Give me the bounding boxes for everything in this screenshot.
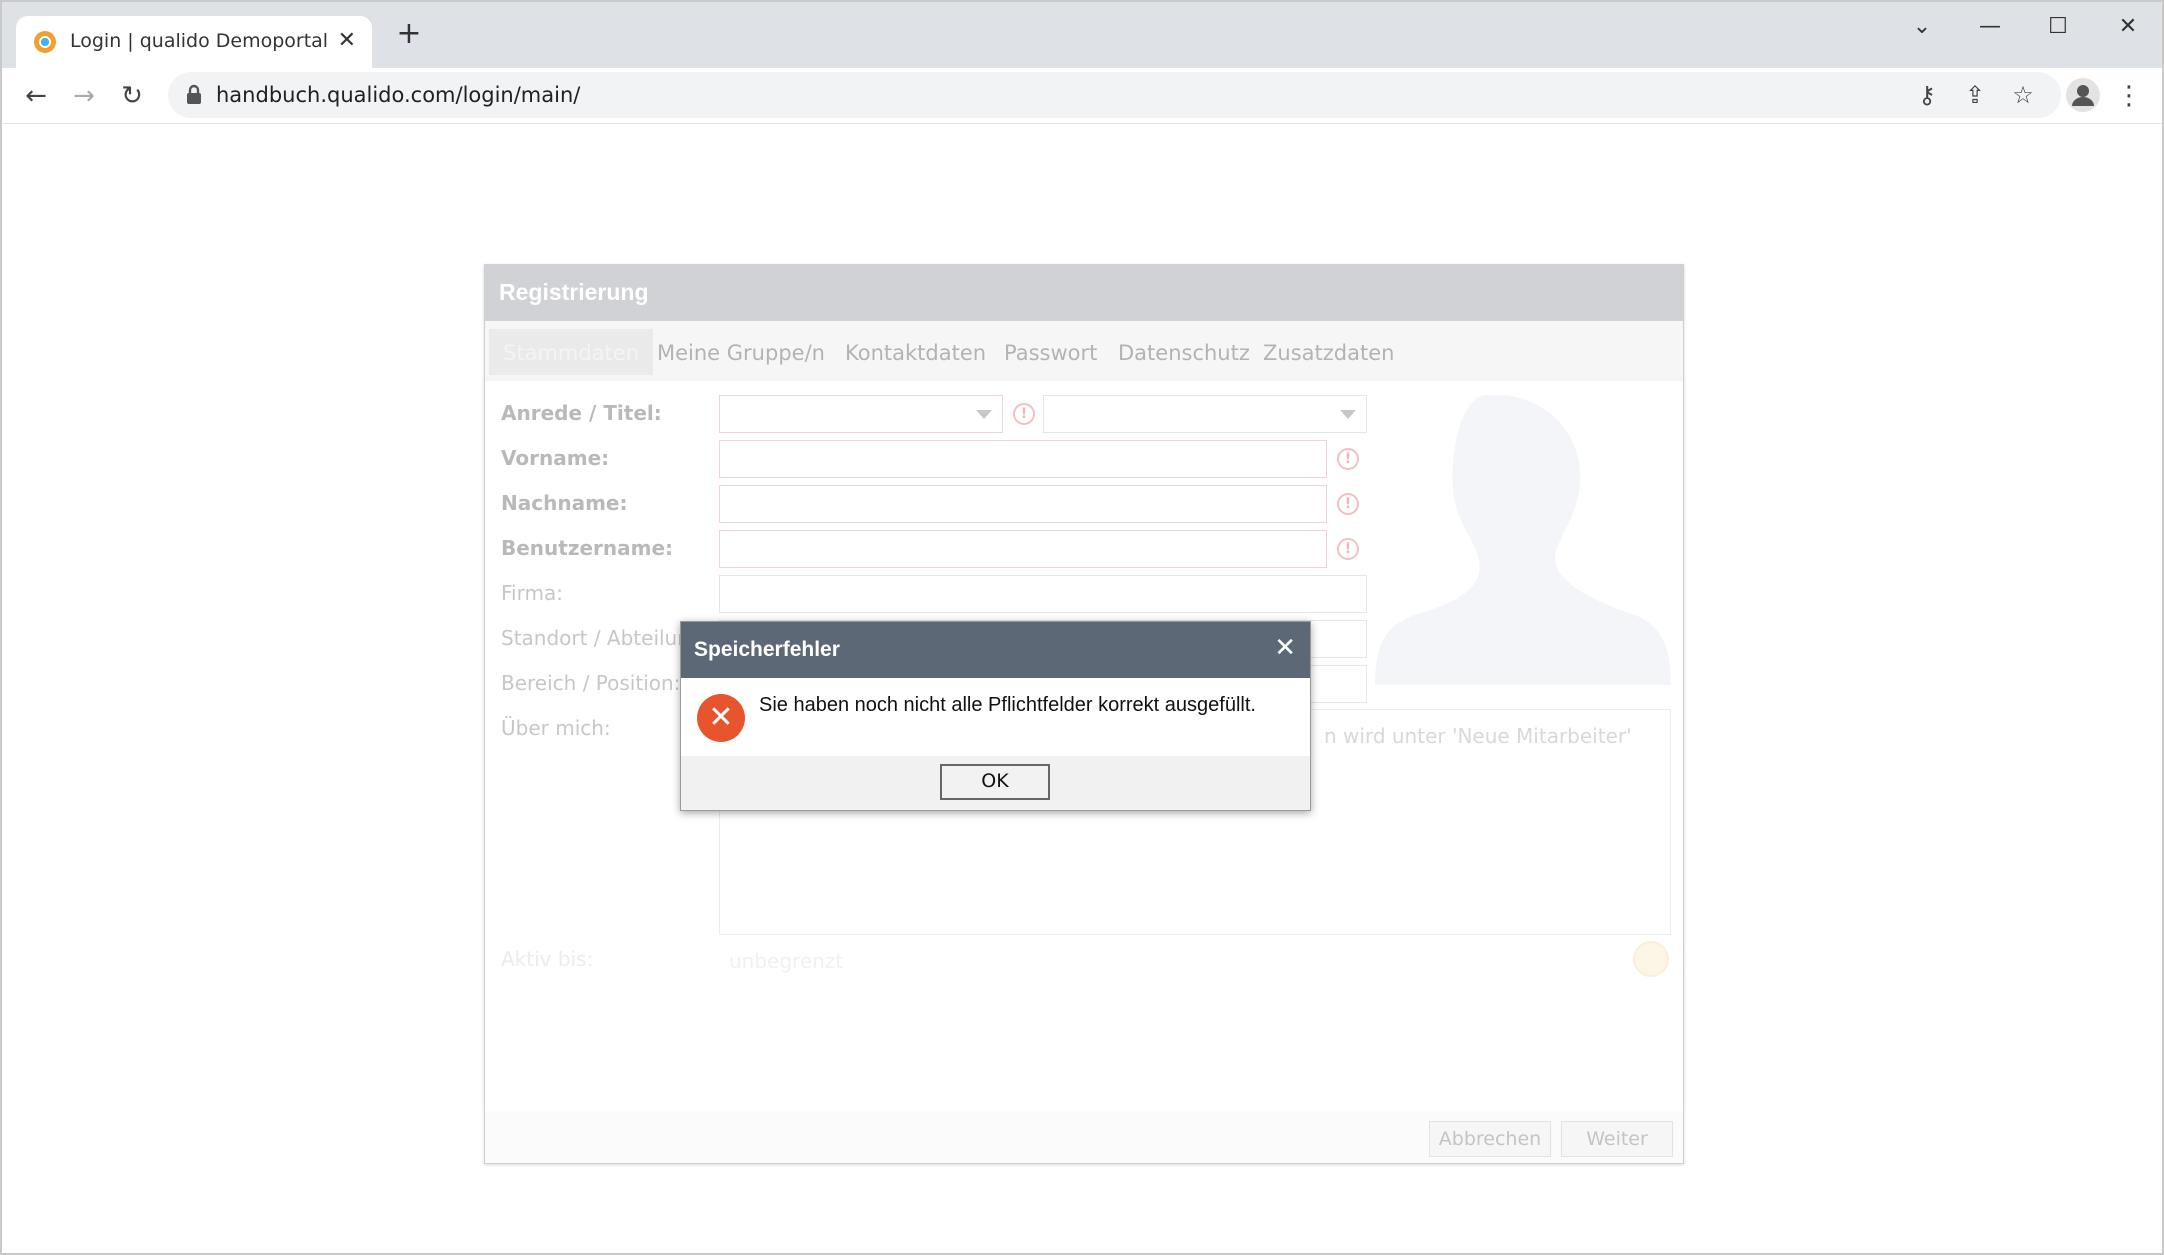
browser-toolbar: ← → ↻ handbuch.qualido.com/login/main/ ⚷…	[2, 68, 2162, 124]
title-bar: Login | qualido Demoportal ✕ + ⌄ — ☐ ✕	[2, 2, 2162, 68]
titel-select[interactable]	[1043, 395, 1367, 433]
error-dialog: Speicherfehler ✕ ✕ Sie haben noch nicht …	[680, 621, 1311, 811]
bookmark-star-icon[interactable]: ☆	[2008, 80, 2038, 110]
profile-silhouette-icon	[1375, 395, 1671, 685]
reload-icon[interactable]: ↻	[116, 80, 148, 112]
address-bar[interactable]: handbuch.qualido.com/login/main/ ⚷ ⇪ ☆	[168, 72, 2061, 118]
label-firma: Firma:	[501, 581, 563, 605]
label-standort: Standort / Abteilun	[501, 626, 690, 650]
forward-icon[interactable]: →	[68, 80, 100, 112]
close-window-icon[interactable]: ✕	[2108, 12, 2148, 42]
aktiv-bis-value: unbegrenzt	[729, 949, 844, 973]
lock-icon	[187, 84, 201, 104]
label-benutzername: Benutzername:	[501, 536, 674, 560]
qualido-favicon-icon	[34, 31, 56, 53]
menu-kebab-icon[interactable]: ⋮	[2116, 80, 2142, 112]
chevron-down-icon	[1340, 410, 1356, 419]
calendar-check-icon[interactable]	[1633, 941, 1669, 977]
label-aktiv-bis: Aktiv bis:	[501, 947, 594, 971]
browser-tab[interactable]: Login | qualido Demoportal ✕	[16, 16, 372, 68]
back-icon[interactable]: ←	[20, 80, 52, 112]
registration-footer: Abbrechen Weiter	[485, 1111, 1683, 1163]
error-icon: ✕	[697, 694, 745, 742]
tab-zusatzdaten[interactable]: Zusatzdaten	[1249, 329, 1408, 375]
minimize-icon[interactable]: —	[1970, 12, 2010, 42]
anrede-select[interactable]	[719, 395, 1003, 433]
browser-window: Login | qualido Demoportal ✕ + ⌄ — ☐ ✕ ←…	[0, 0, 2164, 1255]
tab-stammdaten[interactable]: Stammdaten	[489, 329, 654, 375]
label-vorname: Vorname:	[501, 446, 610, 470]
tab-title: Login | qualido Demoportal	[70, 30, 329, 52]
required-warning-icon: !	[1337, 538, 1359, 560]
required-warning-icon: !	[1337, 493, 1359, 515]
new-tab-icon[interactable]: +	[394, 19, 424, 50]
label-nachname: Nachname:	[501, 491, 628, 515]
registration-title: Registrierung	[485, 265, 1683, 321]
weiter-button[interactable]: Weiter	[1561, 1121, 1673, 1157]
url-text[interactable]: handbuch.qualido.com/login/main/	[216, 83, 580, 107]
benutzername-input[interactable]	[719, 530, 1327, 568]
tab-meine-gruppen[interactable]: Meine Gruppe/n	[643, 329, 839, 375]
tab-close-icon[interactable]: ✕	[338, 30, 356, 52]
tab-passwort[interactable]: Passwort	[990, 329, 1111, 375]
profile-avatar-icon[interactable]	[2066, 78, 2100, 112]
label-anrede: Anrede / Titel:	[501, 401, 662, 425]
dialog-close-icon[interactable]: ✕	[1274, 634, 1296, 662]
maximize-icon[interactable]: ☐	[2038, 12, 2078, 42]
chevron-down-icon	[976, 410, 992, 419]
label-bereich: Bereich / Position:	[501, 671, 681, 695]
tab-datenschutz[interactable]: Datenschutz	[1104, 329, 1264, 375]
abbrechen-button[interactable]: Abbrechen	[1429, 1121, 1551, 1157]
registration-tabs: Stammdaten Meine Gruppe/n Kontaktdaten P…	[485, 321, 1683, 381]
vorname-input[interactable]	[719, 440, 1327, 478]
ueber-mich-placeholder: n wird unter 'Neue Mitarbeiter'	[1324, 724, 1632, 748]
required-warning-icon: !	[1337, 448, 1359, 470]
firma-input[interactable]	[719, 575, 1367, 613]
label-ueber-mich: Über mich:	[501, 716, 611, 740]
dialog-message: Sie haben noch nicht alle Pflichtfelder …	[759, 694, 1256, 716]
ok-button[interactable]: OK	[940, 764, 1050, 800]
share-icon[interactable]: ⇪	[1960, 80, 1990, 110]
tab-kontaktdaten[interactable]: Kontaktdaten	[831, 329, 1000, 375]
dialog-title: Speicherfehler	[681, 622, 1310, 678]
dialog-body: ✕ Sie haben noch nicht alle Pflichtfelde…	[681, 678, 1310, 756]
key-icon[interactable]: ⚷	[1912, 80, 1942, 110]
dialog-footer: OK	[681, 756, 1310, 810]
nachname-input[interactable]	[719, 485, 1327, 523]
required-warning-icon: !	[1013, 403, 1035, 425]
tab-search-chevron-icon[interactable]: ⌄	[1902, 12, 1942, 42]
